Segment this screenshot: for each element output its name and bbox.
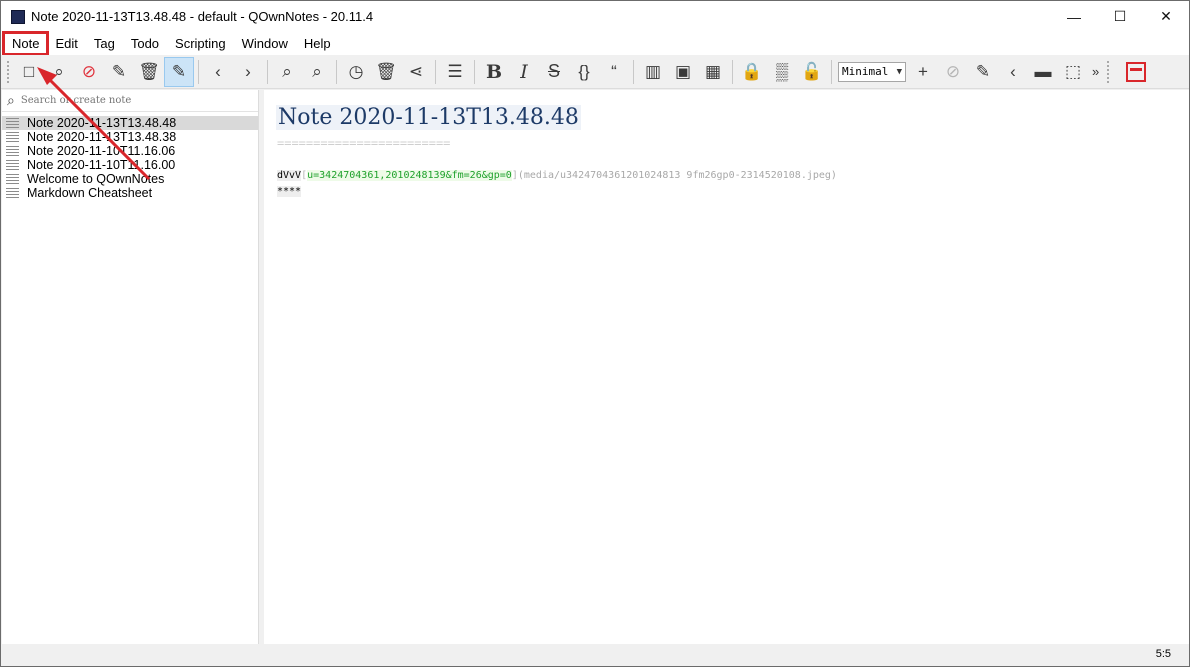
cursor-position: 5:5: [1155, 648, 1171, 660]
note-icon: [6, 132, 19, 142]
note-heading: Note 2020-11-13T13.48.48: [276, 105, 581, 130]
qownnotes-window: Note 2020-11-13T13.48.48 - default - QOw…: [0, 0, 1190, 667]
menu-window[interactable]: Window: [234, 33, 296, 54]
main-toolbar: □ ⌕ ⊘ ✎ 🗑 ✎ ‹ › ⌕ ⌕ ◷ 🗑 ⋖ ☰ B I S {} “ ▥…: [1, 55, 1189, 89]
list-item[interactable]: Markdown Cheatsheet: [2, 186, 258, 200]
image-markdown-line: dVvV[u=3424704361,2010248139&fm=26&gp=0]…: [277, 170, 837, 181]
quote-icon[interactable]: “: [599, 57, 629, 87]
note-icon: [6, 174, 19, 184]
note-title: Note 2020-11-10T11.16.06: [27, 144, 176, 158]
toolbar-grip[interactable]: [1107, 60, 1111, 83]
note-icon: [6, 118, 19, 128]
history-icon[interactable]: ◷: [341, 57, 371, 87]
note-search: ⌕: [2, 90, 258, 112]
zoom-icon[interactable]: ⌕: [302, 57, 332, 87]
search-input[interactable]: [20, 95, 241, 106]
image-alt-text: dVvV: [277, 170, 302, 181]
note-title: Welcome to QOwnNotes: [27, 172, 165, 186]
insert-image-icon[interactable]: ▣: [668, 57, 698, 87]
list-item[interactable]: Note 2020-11-10T11.16.00: [2, 158, 258, 172]
panel-icon[interactable]: ▬: [1028, 57, 1058, 87]
previous-icon[interactable]: ‹: [998, 57, 1028, 87]
app-icon: [11, 9, 25, 24]
minimize-button[interactable]: —: [1051, 1, 1097, 32]
calendar-icon[interactable]: ▦: [698, 57, 728, 87]
list-item[interactable]: Note 2020-11-13T13.48.38: [2, 130, 258, 144]
split-view-icon[interactable]: ▥: [638, 57, 668, 87]
list-item[interactable]: Welcome to QOwnNotes: [2, 172, 258, 186]
toolbar-separator: [474, 59, 475, 84]
new-note-icon[interactable]: □: [14, 57, 44, 87]
unlock-icon[interactable]: 🔓: [797, 57, 827, 87]
image-link-text: u=3424704361,2010248139&fm=26&gp=0: [307, 170, 512, 181]
lock-icon[interactable]: 🔒: [737, 57, 767, 87]
bold-icon[interactable]: B: [479, 57, 509, 87]
back-icon[interactable]: ‹: [203, 57, 233, 87]
toc-icon[interactable]: ☰: [440, 57, 470, 87]
menu-note[interactable]: Note: [1, 31, 50, 56]
disabled-icon[interactable]: ⊘: [938, 57, 968, 87]
menu-scripting[interactable]: Scripting: [167, 33, 234, 54]
bold-markers: ****: [277, 186, 302, 197]
workspace-dropdown-value: Minimal: [842, 65, 889, 78]
menu-todo[interactable]: Todo: [123, 33, 167, 54]
toolbar-separator: [336, 59, 337, 84]
pencil-icon[interactable]: ✎: [968, 57, 998, 87]
toolbar-separator: [267, 59, 268, 84]
note-list: Note 2020-11-13T13.48.48 Note 2020-11-13…: [2, 116, 258, 200]
note-icon: [6, 160, 19, 170]
note-list-panel: ⌕ Note 2020-11-13T13.48.48 Note 2020-11-…: [2, 90, 259, 644]
search-icon[interactable]: ⌕: [44, 57, 74, 87]
remove-note-icon[interactable]: ⊘: [74, 57, 104, 87]
menu-help[interactable]: Help: [296, 33, 339, 54]
note-icon: [6, 188, 19, 198]
add-icon[interactable]: +: [908, 57, 938, 87]
note-title: Markdown Cheatsheet: [27, 186, 153, 200]
list-item[interactable]: Note 2020-11-10T11.16.06: [2, 144, 258, 158]
delete-icon[interactable]: 🗑: [134, 57, 164, 87]
maximize-button[interactable]: ☐: [1097, 1, 1143, 32]
title-bar: Note 2020-11-13T13.48.48 - default - QOw…: [1, 1, 1189, 32]
toolbar-separator: [633, 59, 634, 84]
encrypt-icon[interactable]: ▒: [767, 57, 797, 87]
more-tools-icon[interactable]: »: [1092, 64, 1099, 79]
code-icon[interactable]: {}: [569, 57, 599, 87]
toolbar-separator: [732, 59, 733, 84]
window-title: Note 2020-11-13T13.48.48 - default - QOw…: [31, 9, 374, 24]
close-button[interactable]: ✕: [1143, 1, 1189, 32]
menu-bar: Note Edit Tag Todo Scripting Window Help: [1, 31, 1189, 56]
status-bar: 5:5: [1, 644, 1189, 666]
distraction-free-icon[interactable]: [1126, 61, 1147, 82]
workspace-dropdown[interactable]: Minimal ▼: [838, 61, 906, 82]
find-in-notes-icon[interactable]: ⌕: [272, 57, 302, 87]
fullscreen-icon[interactable]: ⬚: [1058, 57, 1088, 87]
trash-icon[interactable]: 🗑: [371, 57, 401, 87]
image-path: (media/u3424704361201024813 9fm26gp0-231…: [517, 170, 837, 181]
list-item[interactable]: Note 2020-11-13T13.48.48: [2, 116, 258, 130]
toolbar-separator: [435, 59, 436, 84]
note-title: Note 2020-11-13T13.48.38: [27, 130, 177, 144]
toolbar-grip[interactable]: [7, 60, 11, 83]
note-title: Note 2020-11-10T11.16.00: [27, 158, 176, 172]
share-icon[interactable]: ⋖: [401, 57, 431, 87]
edit-note-icon[interactable]: ✎: [104, 57, 134, 87]
edit-mode-icon[interactable]: ✎: [164, 56, 194, 87]
chevron-down-icon: ▼: [896, 66, 902, 77]
menu-tag[interactable]: Tag: [86, 33, 123, 54]
strikethrough-icon[interactable]: S: [539, 57, 569, 87]
note-icon: [6, 146, 19, 156]
note-editor[interactable]: Note 2020-11-13T13.48.48 ===============…: [264, 90, 1189, 644]
forward-icon[interactable]: ›: [233, 57, 263, 87]
italic-icon[interactable]: I: [509, 57, 539, 87]
window-controls: — ☐ ✕: [1051, 1, 1189, 32]
toolbar-separator: [831, 59, 832, 84]
heading-underline: ========================: [277, 136, 451, 150]
search-icon: ⌕: [7, 92, 15, 108]
toolbar-separator: [198, 59, 199, 84]
note-title: Note 2020-11-13T13.48.48: [27, 116, 177, 130]
menu-edit[interactable]: Edit: [47, 33, 85, 54]
